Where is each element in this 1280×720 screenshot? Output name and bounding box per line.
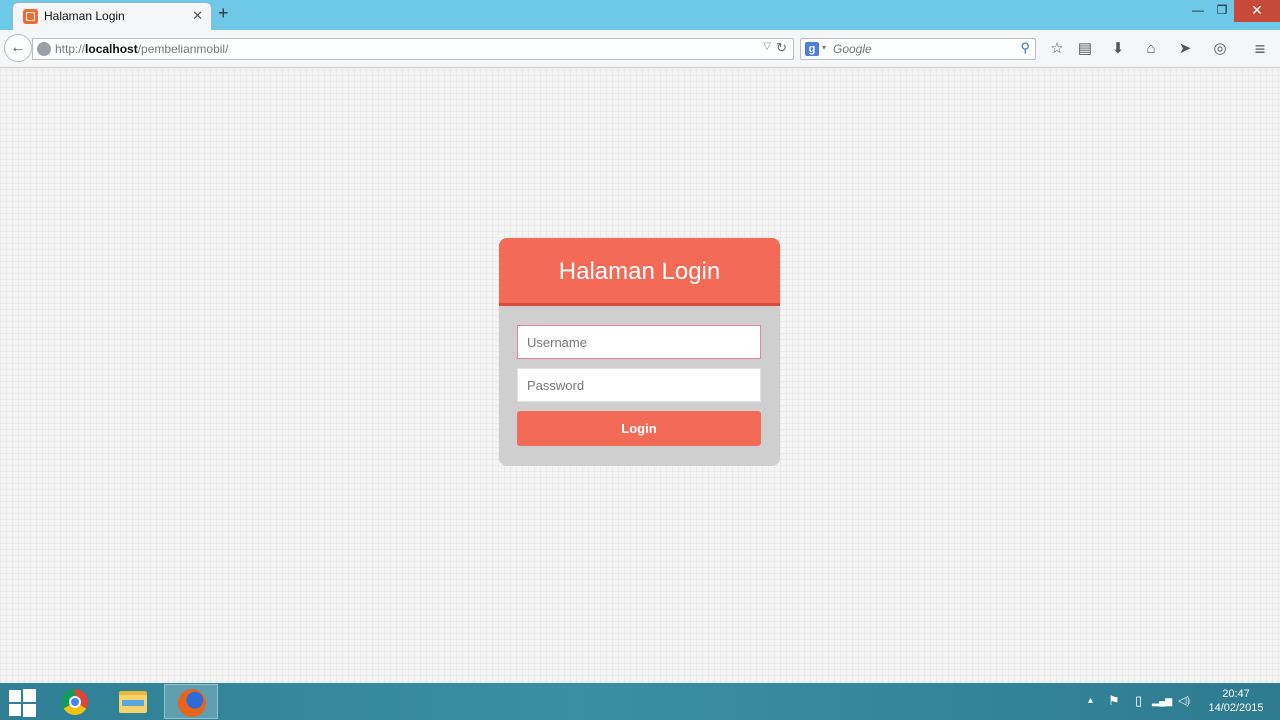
taskbar: ▴ ⚑ ▯ ▂▄▆ ◁) 20:47 14/02/2015	[0, 683, 1280, 720]
page-content: Halaman Login Login	[0, 69, 1280, 683]
action-center-flag-icon[interactable]: ⚑	[1108, 693, 1120, 709]
system-clock[interactable]: 20:47 14/02/2015	[1204, 687, 1268, 715]
file-explorer-icon	[119, 691, 147, 713]
search-engine-dropdown-icon[interactable]: ▾	[822, 43, 826, 52]
taskbar-firefox[interactable]	[164, 684, 218, 719]
bookmark-star-icon[interactable]: ☆	[1046, 38, 1068, 60]
downloads-icon[interactable]: ⬇	[1107, 38, 1129, 60]
search-icon[interactable]: ⚲	[1020, 40, 1030, 56]
google-icon[interactable]: g	[805, 42, 819, 56]
password-input[interactable]	[517, 368, 761, 402]
windows-logo-icon	[9, 690, 21, 702]
url-prefix: http://	[55, 42, 86, 56]
tab-close-icon[interactable]: ✕	[192, 8, 203, 24]
url-path: /pembelianmobil/	[137, 42, 229, 56]
url-text[interactable]: http://localhost/pembelianmobil/	[55, 42, 228, 56]
site-favicon-icon	[23, 9, 38, 24]
taskbar-file-explorer[interactable]	[106, 684, 160, 719]
login-button[interactable]: Login	[517, 411, 761, 446]
search-input[interactable]	[833, 42, 1003, 56]
window-minimize-button[interactable]: —	[1186, 0, 1210, 22]
search-bar[interactable]: g ▾ ⚲	[800, 38, 1036, 60]
url-host: localhost	[85, 42, 138, 56]
browser-titlebar: Halaman Login ✕ + — ❐ ✕	[0, 0, 1280, 30]
sync-icon[interactable]: ◎	[1209, 38, 1231, 60]
login-header: Halaman Login	[499, 238, 780, 306]
login-card: Halaman Login Login	[499, 238, 780, 466]
globe-icon	[37, 42, 51, 56]
chrome-icon	[62, 689, 88, 715]
window-restore-button[interactable]: ❐	[1210, 0, 1234, 22]
clock-date: 14/02/2015	[1208, 702, 1264, 714]
tray-overflow-icon[interactable]: ▴	[1088, 695, 1093, 706]
username-input[interactable]	[517, 325, 761, 359]
start-button[interactable]	[8, 688, 36, 717]
home-icon[interactable]: ⌂	[1140, 38, 1162, 60]
browser-navbar: http://localhost/pembelianmobil/ ▽ ↻ ← g…	[0, 30, 1280, 68]
clock-time: 20:47	[1222, 688, 1250, 700]
url-history-dropdown-icon[interactable]: ▽	[763, 41, 771, 52]
back-button[interactable]: ←	[4, 34, 32, 62]
login-title: Halaman Login	[558, 258, 721, 285]
network-signal-icon[interactable]: ▂▄▆	[1152, 696, 1172, 707]
bookmarks-menu-icon[interactable]: ▤	[1074, 38, 1096, 60]
tab-halaman-login[interactable]: Halaman Login ✕	[12, 2, 212, 30]
windows-logo-pane-icon	[23, 689, 36, 702]
address-bar[interactable]: http://localhost/pembelianmobil/ ▽ ↻	[32, 38, 794, 60]
volume-icon[interactable]: ◁)	[1178, 694, 1190, 707]
battery-icon[interactable]: ▯	[1135, 693, 1142, 709]
share-icon[interactable]: ➤	[1174, 38, 1196, 60]
windows-logo-pane-icon	[23, 704, 36, 717]
windows-logo-pane-icon	[9, 704, 21, 716]
menu-icon[interactable]: ≡	[1249, 38, 1271, 60]
reload-icon[interactable]: ↻	[776, 40, 787, 56]
new-tab-button[interactable]: +	[218, 3, 229, 24]
tab-title: Halaman Login	[44, 9, 125, 23]
taskbar-chrome[interactable]	[48, 684, 102, 719]
window-close-button[interactable]: ✕	[1234, 0, 1280, 22]
firefox-icon	[178, 689, 206, 717]
